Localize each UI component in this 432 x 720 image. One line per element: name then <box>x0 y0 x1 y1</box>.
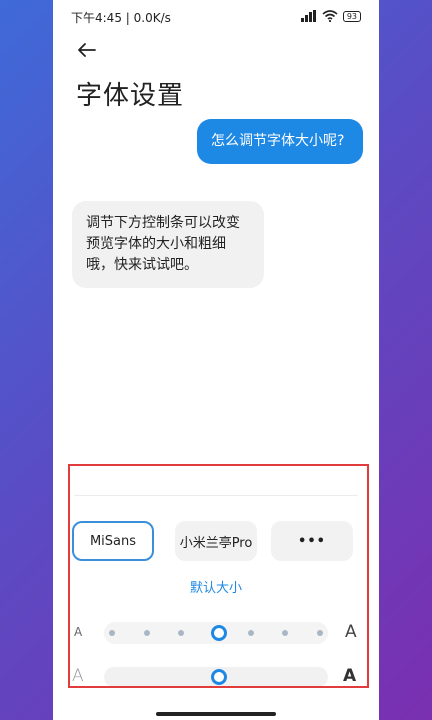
more-fonts-button[interactable]: ••• <box>271 521 353 561</box>
font-weight-slider-thumb[interactable] <box>211 669 227 685</box>
font-size-step-dot <box>178 630 185 636</box>
chat-bubble-answer: 调节下方控制条可以改变预览字体的大小和粗细哦，快来试试吧。 <box>72 201 264 288</box>
status-icons: 93 <box>300 9 361 23</box>
status-time-speed: 下午4:45 | 0.0K/s <box>71 11 171 25</box>
default-size-button[interactable]: 默认大小 <box>53 577 379 596</box>
font-size-step-dot <box>247 630 254 636</box>
font-size-slider-thumb[interactable] <box>211 625 227 641</box>
chat-bubble-question: 怎么调节字体大小呢? <box>197 119 363 164</box>
wifi-icon <box>322 10 338 22</box>
font-settings-panel: MiSans 小米兰亭Pro ••• 默认大小 A A A A <box>53 470 379 720</box>
font-option-lanting-pro[interactable]: 小米兰亭Pro <box>175 521 257 561</box>
battery-icon: 93 <box>342 10 361 22</box>
bold-weight-label: A <box>343 666 357 686</box>
font-size-step-dot <box>282 630 289 636</box>
font-option-misans[interactable]: MiSans <box>72 521 154 561</box>
large-size-label: A <box>345 622 357 642</box>
font-size-step-dot <box>109 630 115 636</box>
thin-weight-label: A <box>72 666 84 686</box>
font-size-step-dot <box>317 630 323 636</box>
status-bar: 下午4:45 | 0.0K/s 93 <box>53 0 379 34</box>
small-size-label: A <box>74 625 83 639</box>
phone-screen: 下午4:45 | 0.0K/s 93 字体设置 怎么调节字体大小呢? 调节下方控… <box>53 0 379 720</box>
font-weight-slider-row: A A <box>53 666 379 690</box>
back-arrow-icon[interactable] <box>75 38 99 62</box>
font-weight-slider[interactable] <box>104 667 328 687</box>
divider <box>74 495 358 496</box>
font-size-slider-row: A A <box>53 622 379 646</box>
font-size-slider[interactable] <box>104 622 328 644</box>
page-title: 字体设置 <box>76 81 185 111</box>
signal-icon <box>300 10 316 22</box>
font-size-step-dot <box>143 630 150 636</box>
gesture-navigation-bar[interactable] <box>156 712 276 716</box>
